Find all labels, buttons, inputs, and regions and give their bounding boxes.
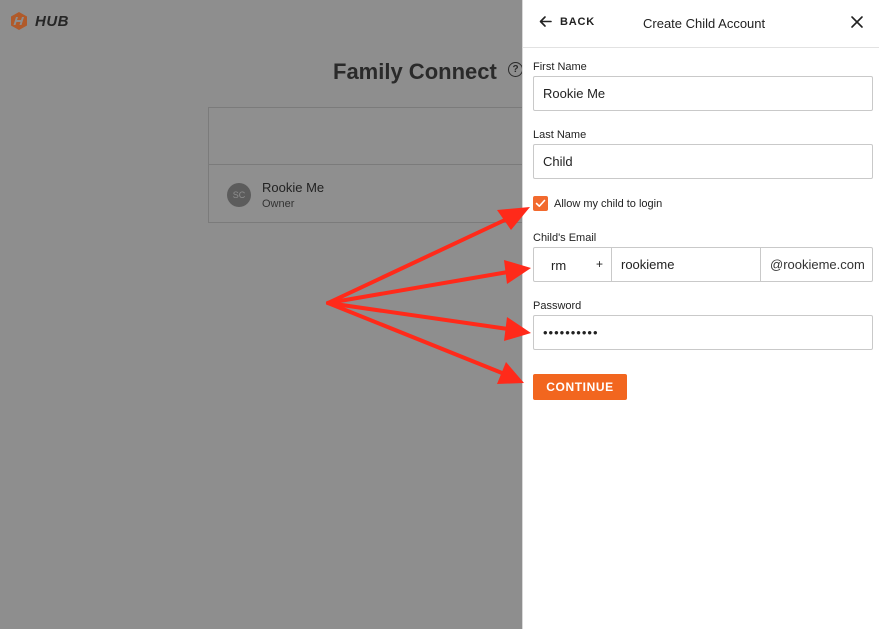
email-local-value: rookieme — [621, 257, 675, 272]
password-label: Password — [533, 300, 582, 312]
first-name-label: First Name — [533, 61, 587, 73]
first-name-value: Rookie Me — [543, 86, 606, 101]
child-email-group: rm + rookieme @rookieme.com — [533, 247, 873, 282]
member-name: Rookie Me — [262, 180, 325, 195]
brand-name: HUB — [35, 12, 69, 30]
back-button[interactable]: BACK — [539, 15, 595, 28]
email-local-field[interactable]: rookieme — [612, 248, 761, 281]
create-child-drawer: BACK Create Child Account First Name Roo… — [522, 0, 879, 629]
family-members-card: SC Rookie Me Owner — [208, 107, 528, 223]
close-icon[interactable] — [850, 15, 864, 29]
checkmark-icon — [535, 199, 546, 207]
password-field[interactable]: •••••••••• — [533, 315, 873, 350]
last-name-field[interactable]: Child — [533, 144, 873, 179]
back-label: BACK — [560, 15, 595, 28]
email-prefix-field[interactable]: rm + — [534, 248, 612, 281]
hub-logo-icon — [11, 12, 27, 30]
back-arrow-icon — [539, 16, 552, 27]
member-role: Owner — [262, 198, 295, 210]
avatar: SC — [227, 183, 251, 207]
email-plus-sign: + — [595, 257, 603, 271]
last-name-label: Last Name — [533, 129, 587, 141]
allow-login-checkbox[interactable] — [533, 196, 548, 211]
email-prefix-value: rm — [551, 258, 567, 273]
child-email-label: Child's Email — [533, 232, 597, 244]
page-title: Family Connect — [333, 59, 497, 84]
background-app: HUB Family Connect ? SC Rookie Me Owner — [0, 0, 528, 629]
allow-login-label: Allow my child to login — [554, 197, 663, 210]
last-name-value: Child — [543, 154, 573, 169]
drawer-title: Create Child Account — [643, 16, 766, 31]
drawer-header: BACK Create Child Account — [523, 0, 879, 48]
continue-button[interactable]: CONTINUE — [533, 374, 627, 400]
help-icon: ? — [508, 62, 523, 77]
email-domain-suffix: @rookieme.com — [770, 257, 865, 272]
first-name-field[interactable]: Rookie Me — [533, 76, 873, 111]
card-header — [209, 108, 527, 165]
password-value: •••••••••• — [543, 325, 599, 340]
allow-login-option[interactable]: Allow my child to login — [533, 196, 662, 211]
hub-logo: HUB — [9, 11, 69, 31]
member-row: SC Rookie Me Owner — [209, 166, 527, 223]
